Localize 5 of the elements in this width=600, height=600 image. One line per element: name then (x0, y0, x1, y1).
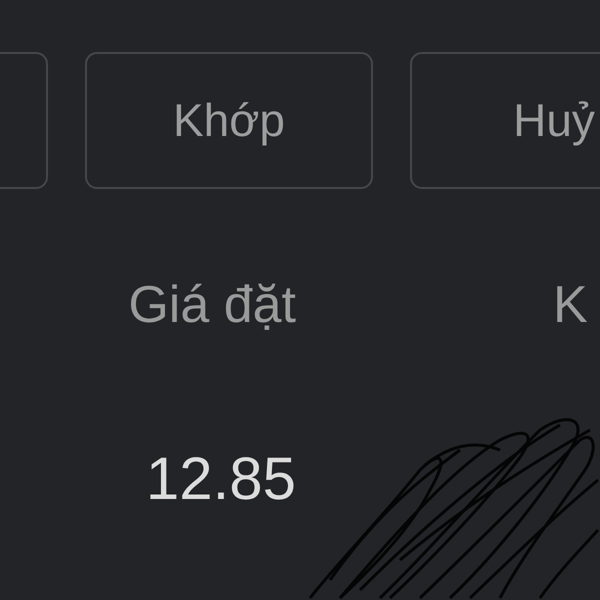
filter-button[interactable]: Khớp (85, 52, 373, 189)
column-header: Giá đặt (127, 279, 296, 331)
filter-button[interactable]: Huỷ (410, 52, 600, 189)
column-header: K (553, 279, 588, 331)
price-value: 12.85 (144, 449, 296, 509)
